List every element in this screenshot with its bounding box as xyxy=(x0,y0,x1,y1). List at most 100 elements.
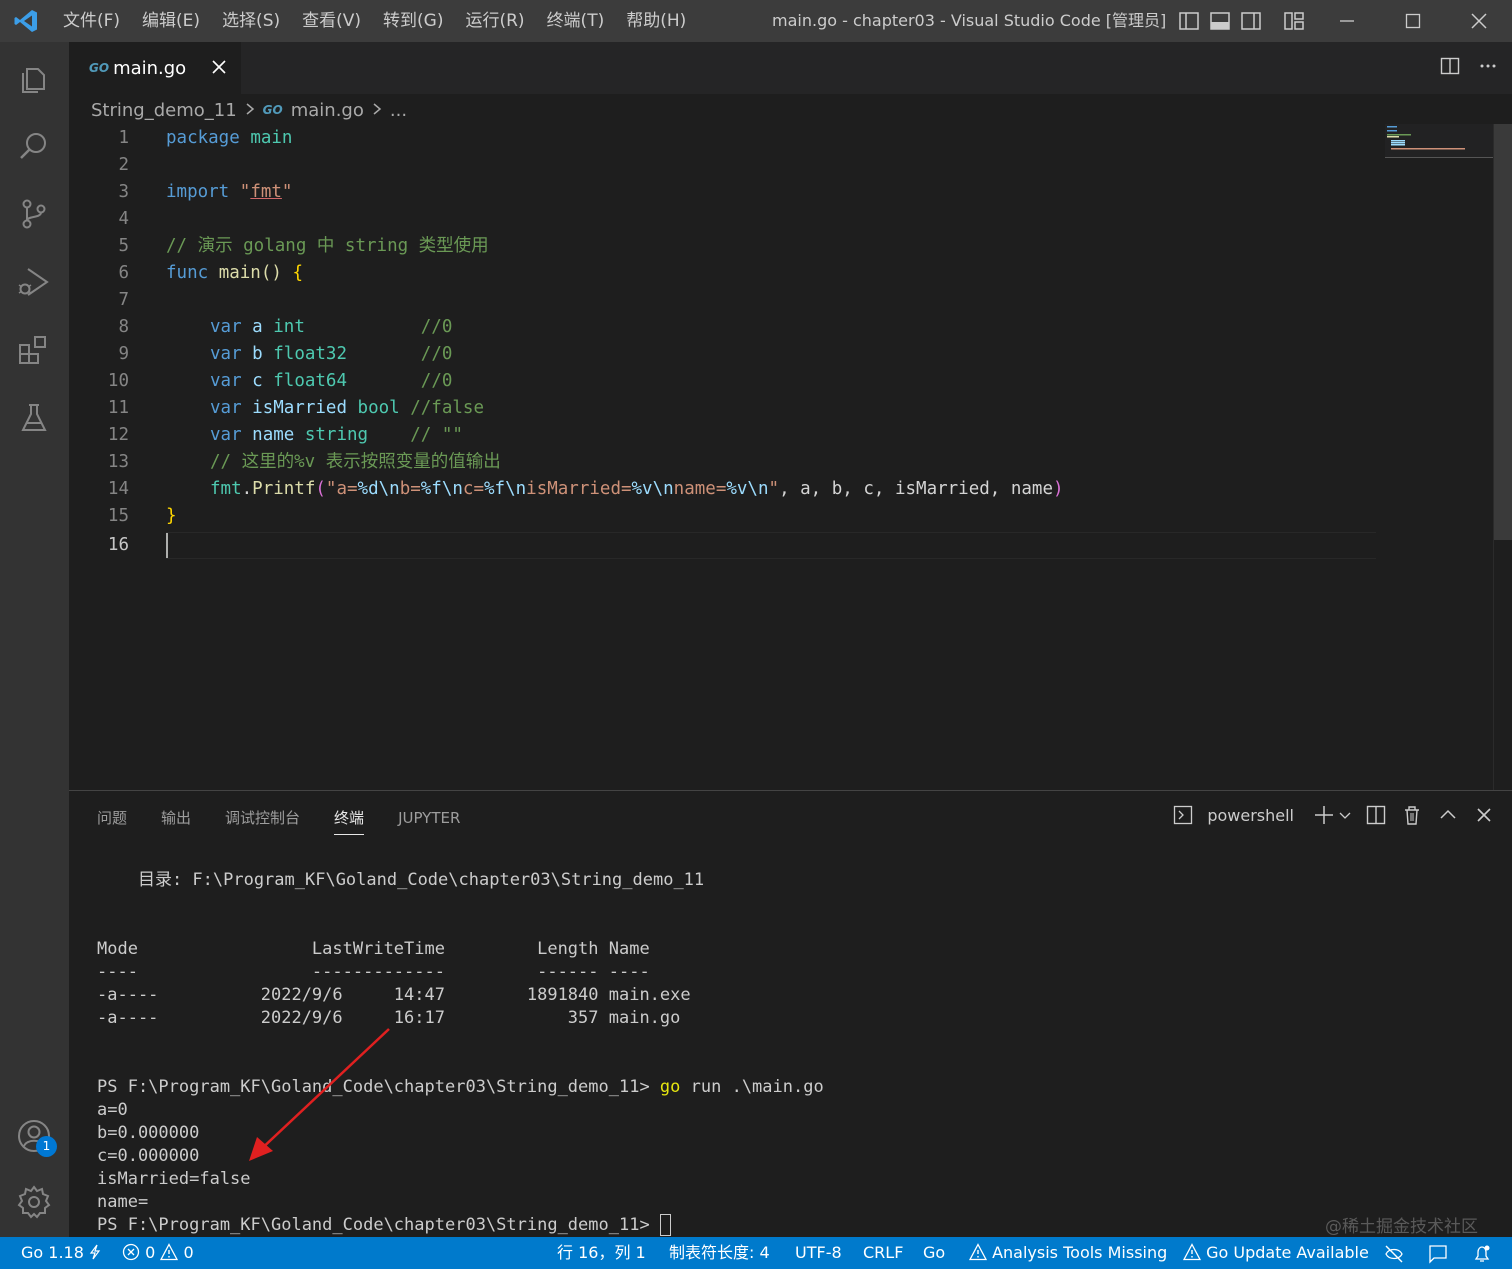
tab-main-go[interactable]: GO main.go xyxy=(69,42,241,94)
tab-output[interactable]: 输出 xyxy=(161,805,191,835)
close-window-button[interactable] xyxy=(1446,0,1512,42)
terminal-shell-name[interactable]: powershell xyxy=(1207,806,1294,825)
manage-gear-icon[interactable] xyxy=(12,1180,56,1224)
toggle-panel-icon[interactable] xyxy=(1209,10,1231,32)
code-token: fmt xyxy=(250,182,282,202)
menu-selection[interactable]: 选择(S) xyxy=(211,0,291,42)
code-token: //0 xyxy=(420,371,453,391)
code-editor[interactable]: 1 package main 2 3 import "fmt" 4 5// 演示 g… xyxy=(69,124,1493,790)
line-number: 11 xyxy=(107,398,129,418)
split-editor-icon[interactable] xyxy=(1438,54,1462,78)
testing-icon[interactable] xyxy=(12,396,56,440)
close-tab-icon[interactable] xyxy=(207,55,231,79)
code-token: "a= xyxy=(325,479,358,499)
code-token: var xyxy=(210,398,242,418)
terminal-command: go xyxy=(659,1077,681,1097)
line-number: 8 xyxy=(118,317,129,337)
terminal-line: -a---- 2022/9/6 14:47 1891840 main.exe xyxy=(97,985,691,1005)
code-token: var xyxy=(210,317,242,337)
customize-layout-icon[interactable] xyxy=(1283,10,1305,32)
analysis-tools-label: Analysis Tools Missing xyxy=(992,1243,1168,1262)
menu-edit[interactable]: 编辑(E) xyxy=(131,0,211,42)
line-number: 13 xyxy=(107,452,129,472)
extensions-icon[interactable] xyxy=(12,328,56,372)
line-number: 3 xyxy=(118,182,129,202)
terminal-prompt: PS F:\Program_KF\Goland_Code\chapter03\S… xyxy=(97,1215,660,1235)
accounts-badge: 1 xyxy=(36,1136,57,1157)
code-token: b= xyxy=(399,479,421,499)
code-line: 2 xyxy=(69,152,1379,179)
line-number: 9 xyxy=(118,344,129,364)
more-actions-icon[interactable] xyxy=(1476,54,1500,78)
terminal-cursor xyxy=(659,1214,671,1236)
split-terminal-icon[interactable] xyxy=(1364,803,1388,827)
toggle-primary-sidebar-icon[interactable] xyxy=(1178,10,1200,32)
terminal-line: PS F:\Program_KF\Goland_Code\chapter03\S… xyxy=(97,1076,824,1099)
explorer-icon[interactable] xyxy=(12,56,56,100)
code-token: int xyxy=(273,317,305,337)
code-token: var xyxy=(210,344,242,364)
menu-view[interactable]: 查看(V) xyxy=(291,0,372,42)
code-line: 7 xyxy=(69,287,1379,314)
code-token: " xyxy=(239,182,251,202)
maximize-button[interactable] xyxy=(1380,0,1446,42)
maximize-panel-icon[interactable] xyxy=(1436,803,1460,827)
go-update-label: Go Update Available xyxy=(1206,1243,1369,1262)
tab-debug-console[interactable]: 调试控制台 xyxy=(225,805,300,835)
title-bar: 文件(F) 编辑(E) 选择(S) 查看(V) 转到(G) 运行(R) 终端(T… xyxy=(0,0,1512,42)
terminal-output[interactable]: 目录: F:\Program_KF\Goland_Code\chapter03\… xyxy=(97,791,824,1236)
source-control-icon[interactable] xyxy=(12,192,56,236)
menu-help[interactable]: 帮助(H) xyxy=(615,0,697,42)
code-token: } xyxy=(166,506,177,526)
run-debug-icon[interactable] xyxy=(12,260,56,304)
editor-scrollbar[interactable] xyxy=(1493,124,1512,790)
breadcrumb-more[interactable]: ... xyxy=(390,100,407,121)
search-icon[interactable] xyxy=(12,124,56,168)
tab-size[interactable]: 制表符长度: 4 xyxy=(669,1237,770,1269)
warning-icon xyxy=(160,1243,179,1261)
activity-bar: 1 xyxy=(0,42,69,1237)
problems-status[interactable]: 0 0 xyxy=(122,1237,194,1269)
code-token: c= xyxy=(462,479,484,499)
go-update-status[interactable]: Go Update Available xyxy=(1182,1237,1369,1269)
menu-go[interactable]: 转到(G) xyxy=(372,0,454,42)
close-panel-icon[interactable] xyxy=(1472,803,1496,827)
chevron-down-icon[interactable] xyxy=(1338,803,1352,827)
line-number: 15 xyxy=(107,506,129,526)
menu-run[interactable]: 运行(R) xyxy=(454,0,535,42)
code-token: %v\n xyxy=(726,479,769,499)
live-share-off-icon[interactable] xyxy=(1383,1243,1405,1263)
breadcrumb-file[interactable]: main.go xyxy=(291,100,364,121)
panel-actions: powershell xyxy=(1171,803,1496,827)
code-token: isMarried= xyxy=(526,479,632,499)
code-token: //0 xyxy=(420,317,453,337)
scrollbar-thumb[interactable] xyxy=(1494,124,1512,540)
tab-terminal[interactable]: 终端 xyxy=(334,805,365,835)
code-token: func xyxy=(166,263,209,283)
trash-icon[interactable] xyxy=(1400,803,1424,827)
feedback-icon[interactable] xyxy=(1428,1243,1448,1264)
new-terminal-icon[interactable] xyxy=(1312,803,1336,827)
language-mode[interactable]: Go xyxy=(923,1237,945,1269)
code-line: 13 // 这里的%v 表示按照变量的值输出 xyxy=(69,449,1379,476)
go-version-status[interactable]: Go 1.18 xyxy=(21,1237,101,1269)
encoding[interactable]: UTF-8 xyxy=(795,1237,842,1269)
code-token: b xyxy=(252,344,263,364)
end-of-line[interactable]: CRLF xyxy=(863,1237,903,1269)
code-line: 12 var name string // "" xyxy=(69,422,1379,449)
breadcrumb-folder[interactable]: String_demo_11 xyxy=(91,100,237,121)
toggle-secondary-sidebar-icon[interactable] xyxy=(1240,10,1262,32)
minimize-button[interactable] xyxy=(1314,0,1380,42)
tab-jupyter[interactable]: JUPYTER xyxy=(398,805,460,835)
editor-actions xyxy=(1438,54,1500,78)
cursor-position[interactable]: 行 16，列 1 xyxy=(557,1237,646,1269)
menu-terminal[interactable]: 终端(T) xyxy=(536,0,616,42)
notifications-bell-icon[interactable] xyxy=(1472,1243,1492,1263)
analysis-tools-status[interactable]: Analysis Tools Missing xyxy=(968,1237,1168,1269)
code-token: " xyxy=(768,479,780,499)
minimap[interactable] xyxy=(1385,124,1493,160)
menu-file[interactable]: 文件(F) xyxy=(52,0,131,42)
code-token: main xyxy=(250,128,293,148)
warning-count: 0 xyxy=(183,1243,194,1262)
code-token: import xyxy=(166,182,230,202)
